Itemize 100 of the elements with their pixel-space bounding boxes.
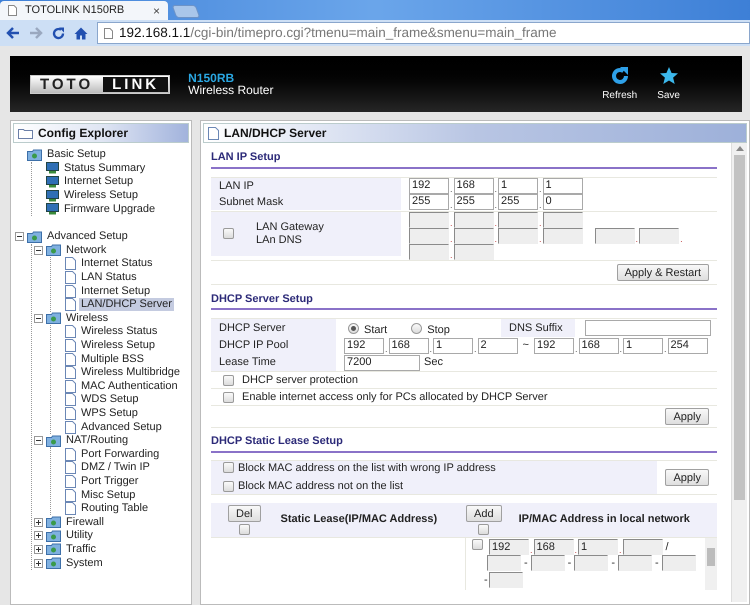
ip-octet-field[interactable]: 254 [668,338,708,354]
save-button[interactable]: Save [657,66,680,102]
tree-item[interactable]: LAN Status [79,271,139,284]
field-label: LAN IP [219,180,254,192]
ip-octet-field[interactable]: 168 [534,538,574,555]
section-heading: DHCP Server Setup [211,292,313,304]
tree-item[interactable]: Multiple BSS [79,352,146,366]
ip-octet-field[interactable]: 1 [433,338,474,354]
delete-button[interactable]: Del [228,504,261,522]
tree-item[interactable]: Port Trigger [79,474,140,488]
ip-octet-field[interactable]: 255 [454,194,494,210]
apply-restart-button[interactable]: Apply & Restart [616,264,709,280]
brand-logo: TOTO LINK [30,74,170,94]
ip-octet-field[interactable]: 168 [454,178,494,194]
ip-octet-field[interactable]: 0 [542,194,583,210]
ip-octet-field[interactable]: 255 [498,194,538,210]
sidebar-title-bar: Config Explorer [13,123,189,143]
tree-item[interactable]: Internet Status [79,257,155,270]
tree-item[interactable]: Advanced Setup [45,230,130,244]
tree-item[interactable]: System [64,556,105,570]
tree-item[interactable]: Misc Setup [79,488,138,502]
ip-octet-field[interactable]: 255 [409,194,449,210]
separator: - [483,572,489,588]
tree-item[interactable]: LAN/DHCP Server [79,298,174,312]
tree-item[interactable]: Status Summary [62,162,148,175]
tree-item[interactable]: Advanced Setup [79,420,164,434]
address-bar[interactable]: 192.168.1.1/cgi-bin/timepro.cgi?tmenu=main_frame&smenu=main_frame [97,22,750,44]
tree-item[interactable]: Network [64,244,108,257]
browser-tab[interactable]: TOTOLINK N150RB × [0,1,168,20]
ip-octet-field[interactable]: 192 [344,338,384,354]
tree-item[interactable]: Port Forwarding [79,448,162,461]
tree-item[interactable]: Internet Setup [79,284,152,298]
separator: . [384,344,389,354]
separator: . [538,200,543,210]
column-header: IP/MAC Address in local network [518,512,690,528]
tree-item[interactable]: Utility [64,529,95,542]
ip-octet-field[interactable]: 1 [498,178,538,194]
ip-octet-field[interactable]: 168 [388,338,429,354]
tab-close[interactable]: × [152,4,160,16]
tree-item[interactable]: Wireless Status [79,325,160,338]
tree-item[interactable]: WPS Setup [79,406,140,420]
tree-item[interactable]: DMZ / Twin IP [79,461,152,474]
separator: . [473,344,478,354]
tree-item[interactable]: Wireless [64,312,110,325]
tree-item[interactable]: Traffic [64,542,98,556]
apply-button[interactable]: Apply [665,468,709,486]
separator: . [538,184,543,194]
separator: . [679,234,684,244]
refresh-button[interactable]: Refresh [602,66,638,102]
tree-item[interactable]: WDS Setup [79,393,140,406]
add-button[interactable]: Add [466,504,502,522]
separator: . [428,344,434,354]
ip-octet-field[interactable]: 192 [489,538,529,555]
apply-button[interactable]: Apply [665,408,709,425]
section-heading: DHCP Static Lease Setup [211,435,343,447]
separator: . [449,218,454,228]
separator: . [494,234,498,244]
checkbox-label: Block MAC address not on the list [238,479,404,494]
checkbox-label: DHCP server protection [242,372,358,388]
tree-item[interactable]: Internet Setup [62,175,136,188]
separator: . [634,234,640,244]
ip-octet-field[interactable]: 7200 [344,354,420,370]
ip-octet-field[interactable]: 2 [478,338,518,354]
separator: . [494,218,498,228]
separator: . [574,546,578,555]
ip-octet-field[interactable]: 1 [623,338,664,354]
tree-item[interactable]: Wireless Multibridge [79,366,182,380]
radio-label: Stop [427,322,450,338]
field-label: DHCP IP Pool [219,338,288,354]
product-name: Wireless Router [188,84,274,96]
model-name: N150RB [188,72,236,84]
panel-title-bar: LAN/DHCP Server [203,123,747,143]
tree-item[interactable]: MAC Authentication [79,380,180,393]
ip-octet-field[interactable]: 168 [578,338,618,354]
separator: . [618,344,624,354]
tree-item[interactable]: NAT/Routing [64,434,130,448]
separator: . [529,546,534,555]
ip-octet-field[interactable]: 192 [409,178,449,194]
column-header: Static Lease(IP/MAC Address) [280,512,438,528]
tree-item[interactable]: Wireless Setup [79,339,157,352]
checkbox-label: Block MAC address on the list with wrong IP address [238,460,496,476]
tree-item[interactable]: Basic Setup [45,148,108,162]
separator: . [494,200,498,210]
ip-octet-field[interactable]: 1 [542,178,583,194]
url-text: 192.168.1.1/cgi-bin/timepro.cgi?tmenu=main_frame&smenu=main_frame [119,24,556,42]
tree-item[interactable]: Firmware Upgrade [62,202,158,216]
checkbox-label: Enable internet access only for PCs allocated by DHCP Server [242,390,548,405]
tree-item[interactable]: Routing Table [79,502,150,516]
section-heading: LAN IP Setup [211,151,280,163]
tree-item[interactable]: Firewall [64,516,106,529]
separator: - [566,556,572,571]
field-label: LAN Gateway [256,220,324,234]
separator: . [449,250,454,260]
field-label: Subnet Mask [219,196,284,208]
ip-octet-field[interactable]: 192 [534,338,574,354]
radio-label: Start [364,322,388,338]
ip-octet-field[interactable]: 1 [578,538,618,555]
field-label: Lease Time [219,355,276,370]
separator: . [663,344,668,354]
tree-item[interactable]: Wireless Setup [62,189,140,202]
